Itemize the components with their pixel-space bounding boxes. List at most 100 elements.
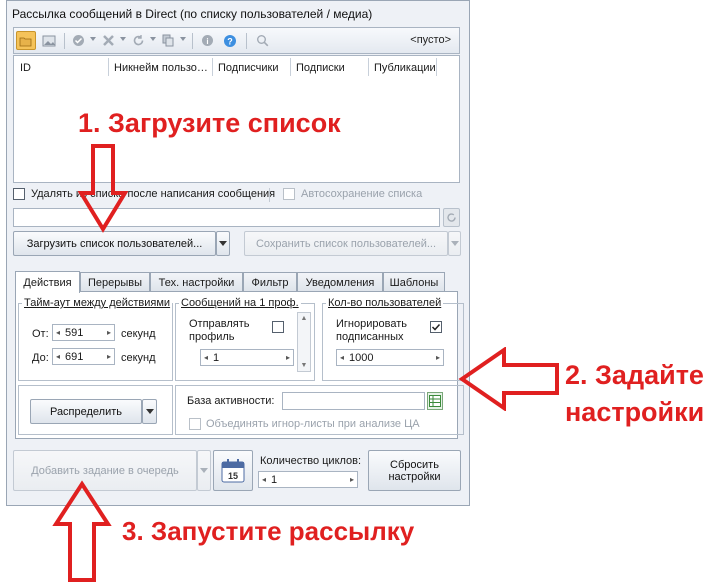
reset-settings-button[interactable]: Сбросить настройки: [368, 450, 461, 491]
tab-filter[interactable]: Фильтр: [243, 272, 297, 292]
toolbar: i ? <пусто>: [13, 27, 460, 54]
arrow-up-icon: [52, 480, 112, 582]
chevron-down-icon[interactable]: [150, 37, 156, 41]
timeout-from-label: От:: [32, 328, 49, 340]
messages-count-value[interactable]: 1: [211, 352, 283, 364]
empty-indicator: <пусто>: [410, 34, 451, 46]
decrement-icon[interactable]: ◂: [53, 328, 63, 337]
search-icon[interactable]: [252, 31, 272, 50]
column-header-id[interactable]: ID: [20, 62, 108, 74]
chevron-down-icon[interactable]: [180, 37, 186, 41]
distribute-dropdown[interactable]: [142, 399, 157, 424]
timeout-to-stepper[interactable]: ◂ 691 ▸: [52, 348, 115, 365]
arrow-down-icon: [78, 144, 128, 233]
decrement-icon[interactable]: ◂: [201, 353, 211, 362]
scroll-up-icon[interactable]: ▲: [298, 315, 310, 322]
arrow-left-icon: [458, 347, 559, 411]
activity-base-input[interactable]: [282, 392, 425, 410]
merge-ignore-checkbox[interactable]: [189, 418, 201, 430]
users-count-value[interactable]: 1000: [347, 352, 433, 364]
folder-open-icon[interactable]: [16, 31, 36, 50]
timeout-to-label: До:: [32, 352, 49, 364]
column-header-nickname[interactable]: Никнейм пользо…: [114, 62, 210, 74]
cycles-label: Количество циклов:: [260, 455, 362, 467]
actions-tab-panel: Тайм-аут между действиями От: ◂ 591 ▸ се…: [15, 291, 464, 439]
delete-from-list-checkbox[interactable]: [13, 188, 25, 200]
tab-actions[interactable]: Действия: [15, 271, 80, 293]
refresh-icon: [447, 213, 456, 222]
load-users-dropdown[interactable]: [216, 231, 230, 256]
column-header-followers[interactable]: Подписчики: [218, 62, 290, 74]
column-header-posts[interactable]: Публикации: [374, 62, 454, 74]
calendar-icon: 15: [221, 458, 245, 482]
users-count-title: Кол-во пользователей: [326, 297, 444, 309]
distribute-button[interactable]: Распределить: [30, 399, 142, 424]
increment-icon[interactable]: ▸: [433, 353, 443, 362]
chevron-down-icon[interactable]: [90, 37, 96, 41]
calendar-button[interactable]: 15: [213, 450, 253, 491]
tab-breaks[interactable]: Перерывы: [80, 272, 150, 292]
tab-templates[interactable]: Шаблоны: [383, 272, 445, 292]
table-icon[interactable]: [427, 392, 443, 410]
annotation-step2-line2: настройки: [565, 397, 705, 427]
cross-icon[interactable]: [98, 31, 118, 50]
ignore-subscribed-label-2: подписанных: [336, 331, 404, 343]
decrement-icon[interactable]: ◂: [53, 352, 63, 361]
checkmark-icon: [431, 323, 441, 331]
chevron-down-icon: [450, 241, 459, 246]
settings-tabs: Действия Перерывы Тех. настройки Фильтр …: [15, 271, 455, 293]
autosave-label: Автосохранение списка: [301, 188, 423, 200]
messages-count-stepper[interactable]: ◂ 1 ▸: [200, 349, 294, 366]
cycles-value[interactable]: 1: [269, 474, 347, 486]
reset-settings-label-1: Сбросить: [390, 458, 439, 471]
refresh-path-button[interactable]: [443, 208, 460, 227]
image-icon[interactable]: [39, 31, 59, 50]
check-circle-icon[interactable]: [68, 31, 88, 50]
autosave-checkbox[interactable]: [283, 188, 295, 200]
timeout-group: [18, 303, 173, 381]
increment-icon[interactable]: ▸: [283, 353, 293, 362]
users-count-stepper[interactable]: ◂ 1000 ▸: [336, 349, 444, 366]
divider: [269, 188, 270, 202]
reset-settings-label-2: настройки: [388, 470, 441, 483]
load-users-button[interactable]: Загрузить список пользователей...: [13, 231, 216, 256]
tab-notifications[interactable]: Уведомления: [297, 272, 383, 292]
annotation-step3: 3. Запустите рассылку: [122, 516, 415, 546]
column-header-following[interactable]: Подписки: [296, 62, 368, 74]
svg-text:i: i: [206, 37, 208, 46]
messages-per-profile-title: Сообщений на 1 проф.: [179, 297, 301, 309]
scroll-down-icon[interactable]: ▼: [298, 362, 310, 369]
autosave-option[interactable]: Автосохранение списка: [283, 188, 422, 200]
ignore-subscribed-checkbox[interactable]: [430, 321, 442, 333]
help-icon[interactable]: ?: [220, 31, 240, 50]
info-icon[interactable]: i: [197, 31, 217, 50]
chevron-down-icon: [145, 409, 154, 414]
timeout-from-value[interactable]: 591: [63, 327, 104, 339]
timeout-group-title: Тайм-аут между действиями: [22, 297, 173, 309]
increment-icon[interactable]: ▸: [347, 475, 357, 484]
activity-base-label: База активности:: [187, 395, 275, 407]
refresh-icon[interactable]: [128, 31, 148, 50]
chevron-down-icon: [219, 241, 227, 246]
merge-ignore-label: Объединять игнор-листы при анализе ЦА: [206, 418, 420, 430]
increment-icon[interactable]: ▸: [104, 352, 114, 361]
copy-icon[interactable]: [158, 31, 178, 50]
timeout-to-value[interactable]: 691: [63, 351, 104, 363]
timeout-from-stepper[interactable]: ◂ 591 ▸: [52, 324, 115, 341]
send-profile-label-1: Отправлять: [189, 318, 250, 330]
messages-group-scrollbar[interactable]: ▲ ▼: [297, 312, 311, 372]
save-users-button[interactable]: Сохранить список пользователей...: [244, 231, 448, 256]
annotation-step1: 1. Загрузите список: [78, 108, 341, 138]
delete-from-list-option[interactable]: Удалять из списка после написания сообще…: [13, 188, 275, 200]
svg-text:?: ?: [227, 36, 233, 46]
send-profile-checkbox[interactable]: [272, 321, 284, 333]
chevron-down-icon[interactable]: [120, 37, 126, 41]
increment-icon[interactable]: ▸: [104, 328, 114, 337]
decrement-icon[interactable]: ◂: [259, 475, 269, 484]
add-task-dropdown[interactable]: [197, 450, 211, 491]
save-users-dropdown[interactable]: [448, 231, 461, 256]
send-profile-label-2: профиль: [189, 331, 235, 343]
cycles-stepper[interactable]: ◂ 1 ▸: [258, 471, 358, 488]
decrement-icon[interactable]: ◂: [337, 353, 347, 362]
tab-tech-settings[interactable]: Тех. настройки: [150, 272, 243, 292]
